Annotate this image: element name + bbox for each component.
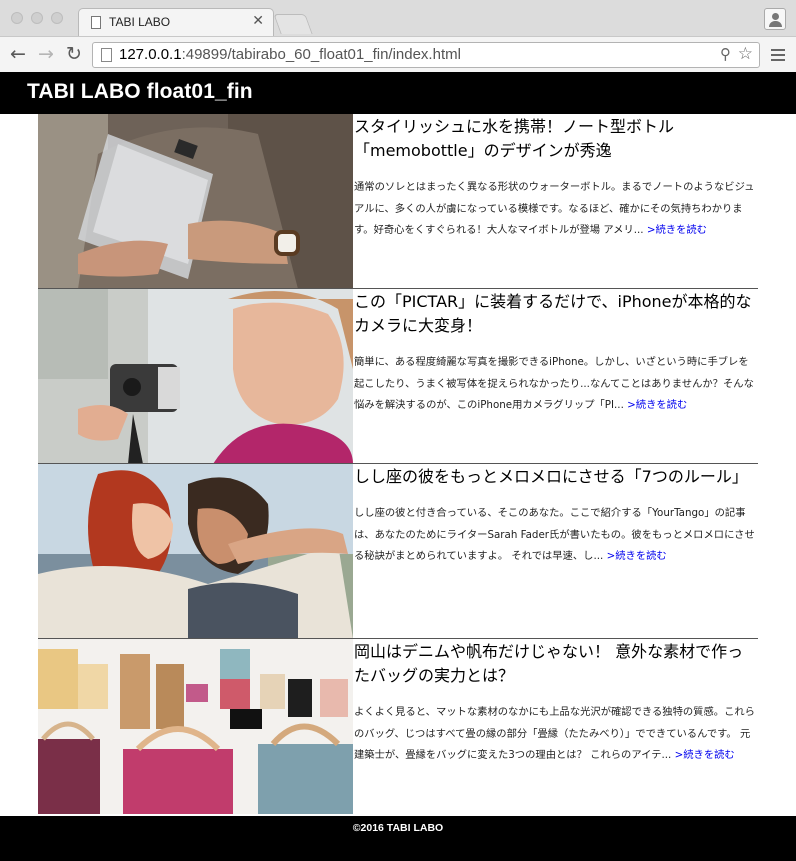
article-excerpt: しし座の彼と付き合っている、そこのあなた。ここで紹介する「YourTango」の…	[354, 507, 755, 562]
reload-icon[interactable]: ↻	[62, 42, 86, 66]
zoom-icon[interactable]: ⚲	[720, 45, 731, 63]
tab-title: TABI LABO	[109, 15, 171, 29]
browser-toolbar: ← → ↻ 127.0.0.1:49899/tabirabo_60_float0…	[0, 36, 796, 72]
star-icon[interactable]: ☆	[738, 44, 753, 64]
read-more-link[interactable]: >続きを読む	[647, 224, 707, 236]
article-card: スタイリッシュに水を携帯！ノート型ボトル「memobottle」のデザインが秀逸…	[38, 114, 758, 289]
article-body: スタイリッシュに水を携帯！ノート型ボトル「memobottle」のデザインが秀逸…	[354, 114, 758, 242]
article-title[interactable]: しし座の彼をもっとメロメロにさせる「7つのルール」	[354, 464, 758, 489]
tab-close-icon[interactable]: ✕	[252, 13, 264, 29]
article-excerpt: 通常のソレとはまったく異なる形状のウォーターボトル。まるでノートのようなビジュア…	[354, 181, 755, 236]
article-body: この「PICTAR」に装着するだけで、iPhoneが本格的なカメラに大変身！ 簡…	[354, 289, 758, 417]
arrow-right-icon[interactable]: →	[34, 42, 58, 66]
window-close-button[interactable]	[11, 12, 23, 24]
article-thumbnail[interactable]	[38, 289, 353, 463]
browser-window-chrome: TABI LABO ✕ ← → ↻ 127.0.0.1:49899/tabira…	[0, 0, 796, 72]
page-icon	[101, 48, 112, 62]
article-thumbnail[interactable]	[38, 639, 353, 814]
article-excerpt: よくよく見ると、マットな素材のなかにも上品な光沢が確認できる独特の質感。これらの…	[354, 706, 755, 761]
page-favicon-icon	[91, 16, 101, 29]
site-header: TABI LABO float01_fin	[0, 72, 796, 114]
article-title[interactable]: この「PICTAR」に装着するだけで、iPhoneが本格的なカメラに大変身！	[354, 289, 758, 338]
copyright-text: ©2016 TABI LABO	[352, 822, 444, 834]
article-body: しし座の彼をもっとメロメロにさせる「7つのルール」 しし座の彼と付き合っている、…	[354, 464, 758, 568]
article-list: スタイリッシュに水を携帯！ノート型ボトル「memobottle」のデザインが秀逸…	[38, 114, 758, 814]
arrow-left-icon[interactable]: ←	[6, 42, 30, 66]
window-zoom-button[interactable]	[51, 12, 63, 24]
hamburger-menu-icon[interactable]	[768, 45, 788, 65]
article-title[interactable]: スタイリッシュに水を携帯！ノート型ボトル「memobottle」のデザインが秀逸	[354, 114, 758, 163]
new-tab-button[interactable]	[273, 14, 313, 34]
site-title: TABI LABO float01_fin	[27, 80, 253, 103]
read-more-link[interactable]: >続きを読む	[675, 749, 735, 761]
article-card: しし座の彼をもっとメロメロにさせる「7つのルール」 しし座の彼と付き合っている、…	[38, 464, 758, 639]
article-body: 岡山はデニムや帆布だけじゃない！ 意外な素材で作ったバッグの実力とは？ よくよく…	[354, 639, 758, 767]
article-thumbnail[interactable]	[38, 114, 353, 288]
article-card: 岡山はデニムや帆布だけじゃない！ 意外な素材で作ったバッグの実力とは？ よくよく…	[38, 639, 758, 814]
article-title[interactable]: 岡山はデニムや帆布だけじゃない！ 意外な素材で作ったバッグの実力とは？	[354, 639, 758, 688]
url-text[interactable]: 127.0.0.1:49899/tabirabo_60_float01_fin/…	[119, 46, 461, 63]
site-footer: ©2016 TABI LABO	[0, 816, 796, 861]
profile-icon[interactable]	[764, 8, 786, 30]
read-more-link[interactable]: >続きを読む	[627, 399, 687, 411]
article-thumbnail[interactable]	[38, 464, 353, 638]
read-more-link[interactable]: >続きを読む	[607, 550, 667, 562]
tab-strip: TABI LABO ✕	[0, 0, 796, 36]
article-card: この「PICTAR」に装着するだけで、iPhoneが本格的なカメラに大変身！ 簡…	[38, 289, 758, 464]
window-minimize-button[interactable]	[31, 12, 43, 24]
address-bar[interactable]: 127.0.0.1:49899/tabirabo_60_float01_fin/…	[92, 42, 760, 68]
browser-tab[interactable]: TABI LABO ✕	[78, 8, 274, 36]
article-excerpt: 簡単に、ある程度綺麗な写真を撮影できるiPhone。しかし、いざという時に手ブレ…	[354, 356, 754, 411]
